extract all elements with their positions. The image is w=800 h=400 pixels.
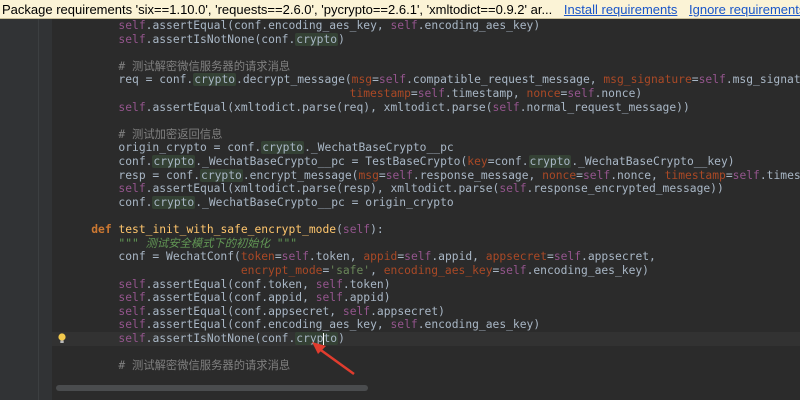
- code-text[interactable]: conf.crypto._WechatBaseCrypto__pc = Test…: [64, 155, 735, 169]
- scrollbar-thumb[interactable]: [56, 385, 368, 391]
- code-text[interactable]: def test_init_with_safe_encrypt_mode(sel…: [64, 223, 384, 237]
- code-line[interactable]: 29 # 测试解密微信服务器的请求消息: [52, 60, 800, 74]
- code-text[interactable]: self.assertEqual(conf.encoding_aes_key, …: [64, 318, 540, 332]
- code-lines: 26 self.assertEqual(conf.encoding_aes_ke…: [52, 19, 800, 373]
- code-text[interactable]: origin_crypto = conf.crypto._WechatBaseC…: [64, 141, 454, 155]
- code-line[interactable]: 28: [52, 46, 800, 60]
- code-text[interactable]: self.assertIsNotNone(conf.crypto): [64, 32, 345, 47]
- code-text[interactable]: self.assertEqual(conf.appid, self.appid): [64, 291, 390, 305]
- red-arrow-annotation: [312, 342, 355, 376]
- install-requirements-link[interactable]: Install requirements: [564, 2, 677, 17]
- code-text[interactable]: self.assertIsNotNone(conf.crypto): [64, 332, 345, 346]
- code-text[interactable]: self.assertEqual(conf.encoding_aes_key, …: [64, 19, 540, 33]
- code-line[interactable]: 49 self.assertIsNotNone(conf.crypto): [52, 332, 800, 346]
- code-line[interactable]: 50: [52, 346, 800, 360]
- code-line[interactable]: 42 """ 测试安全模式下的初始化 """: [52, 237, 800, 251]
- code-line[interactable]: 40: [52, 210, 800, 224]
- code-text[interactable]: resp = conf.crypto.encrypt_message(msg=s…: [64, 168, 800, 183]
- code-text[interactable]: encrypt_mode='safe', encoding_aes_key=se…: [64, 264, 649, 278]
- code-text[interactable]: # 测试解密微信服务器的请求消息: [64, 359, 290, 373]
- code-line[interactable]: 44 encrypt_mode='safe', encoding_aes_key…: [52, 264, 800, 278]
- code-line[interactable]: 33: [52, 114, 800, 128]
- code-line[interactable]: 31 timestamp=self.timestamp, nonce=self.…: [52, 87, 800, 101]
- code-line[interactable]: 45 self.assertEqual(conf.token, self.tok…: [52, 278, 800, 292]
- code-text[interactable]: self.assertEqual(xmltodict.parse(resp), …: [64, 182, 723, 196]
- code-line[interactable]: 46 self.assertEqual(conf.appid, self.app…: [52, 291, 800, 305]
- code-text[interactable]: """ 测试安全模式下的初始化 """: [64, 237, 297, 251]
- code-line[interactable]: 47 self.assertEqual(conf.appsecret, self…: [52, 305, 800, 319]
- code-line[interactable]: 51 # 测试解密微信服务器的请求消息: [52, 359, 800, 373]
- code-text[interactable]: conf = WechatConf(token=self.token, appi…: [64, 250, 655, 264]
- horizontal-scrollbar[interactable]: [52, 381, 800, 400]
- code-text[interactable]: self.assertEqual(conf.appsecret, self.ap…: [64, 305, 445, 319]
- code-line[interactable]: 41 def test_init_with_safe_encrypt_mode(…: [52, 223, 800, 237]
- code-line[interactable]: 36 conf.crypto._WechatBaseCrypto__pc = T…: [52, 155, 800, 169]
- code-line[interactable]: 26 self.assertEqual(conf.encoding_aes_ke…: [52, 19, 800, 33]
- package-requirements-banner: Package requirements 'six==1.10.0', 'req…: [0, 0, 800, 19]
- code-text[interactable]: conf.crypto._WechatBaseCrypto__pc = orig…: [64, 195, 454, 210]
- banner-message: Package requirements 'six==1.10.0', 'req…: [2, 2, 553, 17]
- code-line[interactable]: 35 origin_crypto = conf.crypto._WechatBa…: [52, 141, 800, 155]
- code-line[interactable]: 32 self.assertEqual(xmltodict.parse(req)…: [52, 101, 800, 115]
- code-line[interactable]: 27 self.assertIsNotNone(conf.crypto): [52, 32, 800, 47]
- code-text[interactable]: # 测试解密微信服务器的请求消息: [64, 60, 290, 74]
- code-line[interactable]: 37 resp = conf.crypto.encrypt_message(ms…: [52, 168, 800, 183]
- code-line[interactable]: 48 self.assertEqual(conf.encoding_aes_ke…: [52, 318, 800, 332]
- code-text[interactable]: timestamp=self.timestamp, nonce=self.non…: [64, 87, 643, 101]
- code-line[interactable]: 38 self.assertEqual(xmltodict.parse(resp…: [52, 182, 800, 196]
- code-text[interactable]: req = conf.crypto.decrypt_message(msg=se…: [64, 73, 800, 87]
- code-text[interactable]: self.assertEqual(conf.token, self.token): [64, 278, 390, 292]
- code-line[interactable]: 39 conf.crypto._WechatBaseCrypto__pc = o…: [52, 195, 800, 210]
- editor-gutter: [0, 19, 52, 400]
- code-line[interactable]: 30 req = conf.crypto.decrypt_message(msg…: [52, 73, 800, 87]
- code-text[interactable]: # 测试加密返回信息: [64, 128, 222, 142]
- ignore-requirements-link[interactable]: Ignore requirements: [689, 2, 800, 17]
- gutter-separator: [38, 19, 39, 400]
- code-line[interactable]: 43 conf = WechatConf(token=self.token, a…: [52, 250, 800, 264]
- code-line[interactable]: 34 # 测试加密返回信息: [52, 128, 800, 142]
- code-text[interactable]: self.assertEqual(xmltodict.parse(req), x…: [64, 101, 689, 115]
- code-editor[interactable]: 26 self.assertEqual(conf.encoding_aes_ke…: [52, 19, 800, 381]
